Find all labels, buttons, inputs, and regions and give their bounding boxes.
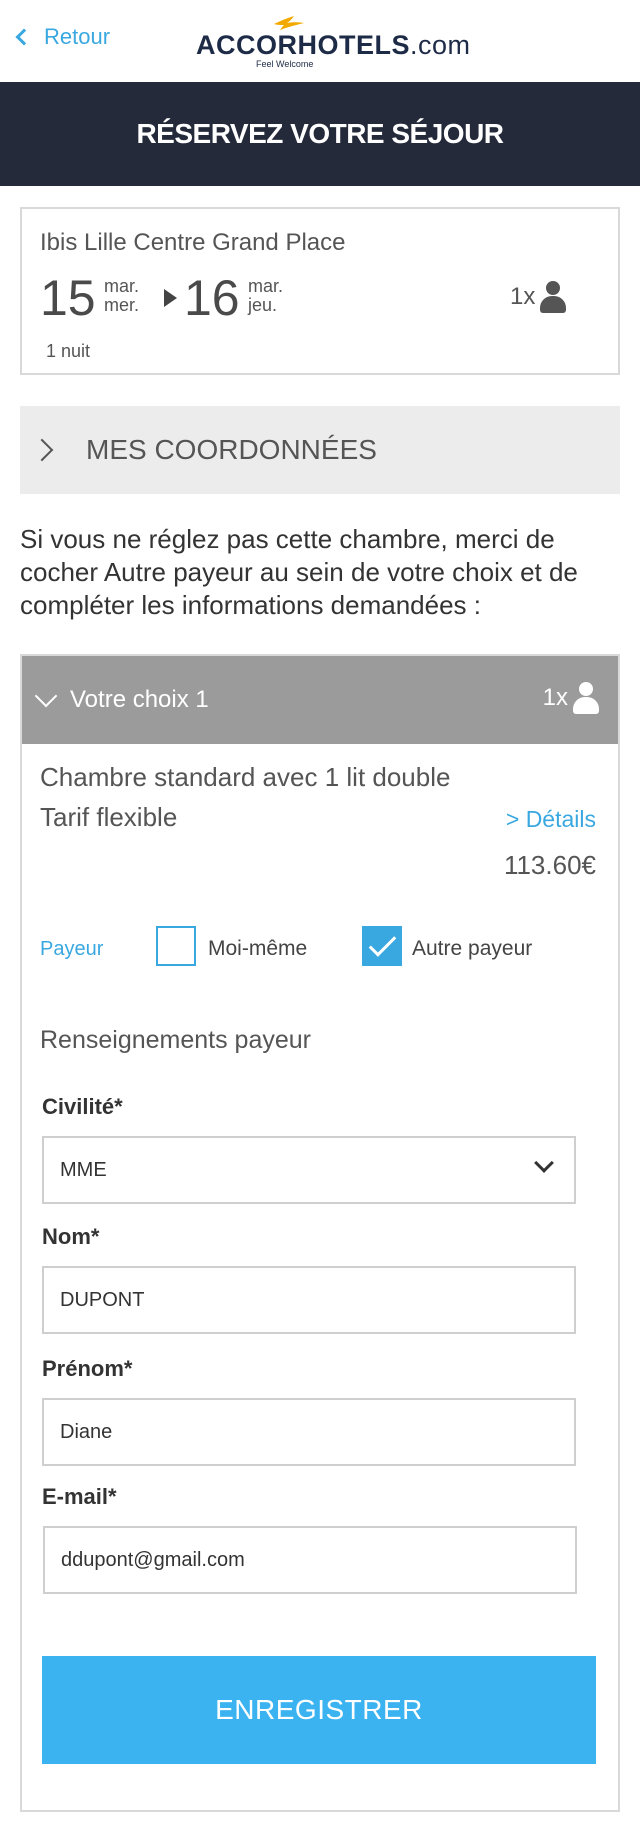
firstname-label: Prénom* bbox=[42, 1356, 133, 1381]
accorhotels-logo[interactable]: ACCORHOTELS.com Feel Welcome bbox=[196, 14, 470, 70]
logo-bird-icon bbox=[274, 16, 304, 30]
room-choice-title: Votre choix 1 bbox=[70, 686, 209, 713]
room-choice-qty: 1x bbox=[543, 682, 600, 714]
person-icon bbox=[539, 281, 567, 313]
firstname-input[interactable] bbox=[42, 1398, 576, 1466]
email-input[interactable] bbox=[43, 1526, 577, 1594]
play-arrow-icon bbox=[164, 289, 177, 307]
logo-accor: ACCOR bbox=[196, 30, 298, 60]
payer-label: Payeur bbox=[40, 938, 104, 960]
room-choice-card: Votre choix 1 1x Chambre standard avec 1… bbox=[20, 654, 620, 1812]
checkin-month: mar. bbox=[104, 276, 140, 296]
save-button[interactable]: ENREGISTRER bbox=[42, 1656, 596, 1764]
payer-self-label[interactable]: Moi-même bbox=[208, 937, 307, 961]
checkmark-icon bbox=[368, 929, 397, 957]
payer-other-label[interactable]: Autre payeur bbox=[412, 937, 532, 961]
page-title: RÉSERVEZ VOTRE SÉJOUR bbox=[136, 118, 504, 149]
room-choice-header[interactable]: Votre choix 1 1x bbox=[22, 656, 618, 744]
checkin-day: 15 bbox=[40, 270, 96, 326]
my-details-label: MES COORDONNÉES bbox=[86, 434, 377, 465]
top-header: Retour ACCORHOTELS.com Feel Welcome bbox=[0, 0, 640, 82]
logo-com: .com bbox=[410, 30, 471, 60]
payer-info-title: Renseignements payeur bbox=[40, 1026, 311, 1054]
payer-other-checkbox[interactable] bbox=[362, 926, 402, 966]
page-banner: RÉSERVEZ VOTRE SÉJOUR bbox=[0, 82, 640, 186]
checkout-day: 16 bbox=[184, 270, 240, 326]
person-icon bbox=[572, 682, 600, 714]
civility-select[interactable]: MME bbox=[42, 1136, 576, 1204]
checkout-month: mar. bbox=[248, 276, 284, 296]
email-label: E-mail* bbox=[42, 1484, 117, 1509]
hotel-name: Ibis Lille Centre Grand Place bbox=[40, 229, 346, 256]
guest-count-label: 1x bbox=[510, 283, 536, 310]
checkout-date-meta: mar. jeu. bbox=[248, 277, 283, 315]
stay-summary-card: Ibis Lille Centre Grand Place 15 mar. me… bbox=[20, 207, 620, 375]
lastname-label: Nom* bbox=[42, 1224, 100, 1249]
checkout-weekday: jeu. bbox=[248, 295, 278, 315]
chevron-down-icon bbox=[34, 684, 58, 708]
details-link[interactable]: > Détails bbox=[506, 806, 596, 833]
civility-value: MME bbox=[60, 1158, 107, 1181]
chevron-right-icon bbox=[30, 438, 54, 462]
guest-count: 1x bbox=[510, 281, 567, 313]
logo-wordmark: ACCORHOTELS.com bbox=[196, 30, 471, 61]
room-price: 113.60€ bbox=[503, 850, 596, 880]
rate-type: Tarif flexible bbox=[40, 802, 178, 832]
logo-hotels: HOTELS bbox=[297, 30, 411, 60]
payer-instructions: Si vous ne réglez pas cette chambre, mer… bbox=[20, 524, 578, 620]
payer-self-checkbox[interactable] bbox=[156, 926, 196, 966]
back-button[interactable]: Retour bbox=[14, 24, 110, 50]
lastname-input[interactable] bbox=[42, 1266, 576, 1334]
nights-count: 1 nuit bbox=[46, 341, 91, 361]
logo-tagline: Feel Welcome bbox=[256, 59, 314, 69]
room-choice-qty-label: 1x bbox=[542, 684, 568, 711]
checkin-date-meta: mar. mer. bbox=[104, 277, 139, 315]
room-type: Chambre standard avec 1 lit double bbox=[40, 762, 451, 792]
back-label: Retour bbox=[44, 24, 111, 49]
chevron-left-icon bbox=[15, 28, 33, 46]
civility-label: Civilité* bbox=[42, 1094, 123, 1119]
my-details-accordion[interactable]: MES COORDONNÉES bbox=[20, 406, 620, 494]
checkin-weekday: mer. bbox=[104, 295, 140, 315]
